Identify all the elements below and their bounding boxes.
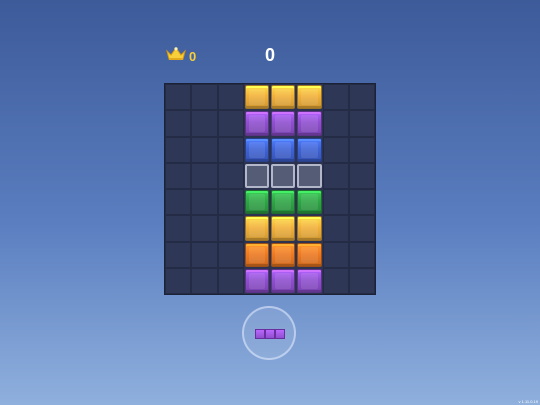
block-yellow: [244, 85, 269, 110]
block-yellow: [297, 216, 322, 241]
board-cell-empty[interactable]: [348, 162, 375, 189]
board-cell-empty[interactable]: [165, 136, 192, 163]
board-cell-empty[interactable]: [322, 267, 349, 294]
block-orange: [297, 242, 322, 267]
placement-preview-cell[interactable]: [297, 163, 322, 188]
board-cell-empty[interactable]: [322, 241, 349, 268]
board-cell-empty[interactable]: [165, 189, 192, 216]
block-yellow: [271, 216, 296, 241]
board-cell-empty[interactable]: [165, 162, 192, 189]
board-cell-empty[interactable]: [165, 267, 192, 294]
block-purple: [271, 111, 296, 136]
block-blue: [297, 137, 322, 162]
board-cell-empty[interactable]: [217, 189, 244, 216]
block-orange: [244, 242, 269, 267]
board-cell-empty[interactable]: [348, 189, 375, 216]
board-cell-empty[interactable]: [348, 241, 375, 268]
block-purple: [244, 268, 269, 293]
block-purple: [271, 268, 296, 293]
placement-preview-cell[interactable]: [244, 163, 269, 188]
block-yellow: [297, 85, 322, 110]
board-cell-empty[interactable]: [217, 162, 244, 189]
board-cell-empty[interactable]: [191, 215, 218, 242]
board-cell-empty[interactable]: [217, 136, 244, 163]
current-score: 0: [264, 45, 275, 65]
board-cell-empty[interactable]: [217, 267, 244, 294]
board-cell-empty[interactable]: [217, 241, 244, 268]
block-blue: [271, 137, 296, 162]
block-purple: [297, 268, 322, 293]
board-cell-empty[interactable]: [165, 215, 192, 242]
board-cell-empty[interactable]: [348, 215, 375, 242]
hud: 0 0: [0, 0, 540, 80]
board-cell-empty[interactable]: [322, 110, 349, 137]
block-yellow: [271, 85, 296, 110]
block-green: [244, 190, 269, 215]
board-cell-empty[interactable]: [322, 136, 349, 163]
block-purple: [244, 111, 269, 136]
placement-preview-cell[interactable]: [271, 163, 296, 188]
board-cell-empty[interactable]: [165, 84, 192, 111]
piece-tray[interactable]: [242, 306, 296, 360]
next-piece[interactable]: [255, 329, 285, 339]
board-cell-empty[interactable]: [348, 110, 375, 137]
board-cell-empty[interactable]: [217, 110, 244, 137]
board-cell-empty[interactable]: [191, 189, 218, 216]
board-cell-empty[interactable]: [191, 136, 218, 163]
board-cell-empty[interactable]: [191, 241, 218, 268]
board-cell-empty[interactable]: [191, 84, 218, 111]
board-cell-empty[interactable]: [348, 84, 375, 111]
board-cell-empty[interactable]: [348, 267, 375, 294]
next-piece-block: [275, 329, 285, 339]
block-orange: [271, 242, 296, 267]
block-blue: [244, 137, 269, 162]
board-cell-empty[interactable]: [191, 162, 218, 189]
block-yellow: [244, 216, 269, 241]
board-cell-empty[interactable]: [165, 241, 192, 268]
block-purple: [297, 111, 322, 136]
board-cell-empty[interactable]: [322, 215, 349, 242]
board-cell-empty[interactable]: [322, 162, 349, 189]
board-cell-empty[interactable]: [191, 267, 218, 294]
next-piece-block: [255, 329, 265, 339]
board-cell-empty[interactable]: [191, 110, 218, 137]
block-green: [271, 190, 296, 215]
version-label: v 1.11.0.19: [518, 399, 539, 404]
board-cell-empty[interactable]: [322, 84, 349, 111]
board-cell-empty[interactable]: [348, 136, 375, 163]
next-piece-block: [265, 329, 275, 339]
board-cell-empty[interactable]: [217, 84, 244, 111]
board-cell-empty[interactable]: [322, 189, 349, 216]
board-cell-empty[interactable]: [165, 110, 192, 137]
block-green: [297, 190, 322, 215]
board-cell-empty[interactable]: [217, 215, 244, 242]
game-board[interactable]: [164, 83, 376, 295]
